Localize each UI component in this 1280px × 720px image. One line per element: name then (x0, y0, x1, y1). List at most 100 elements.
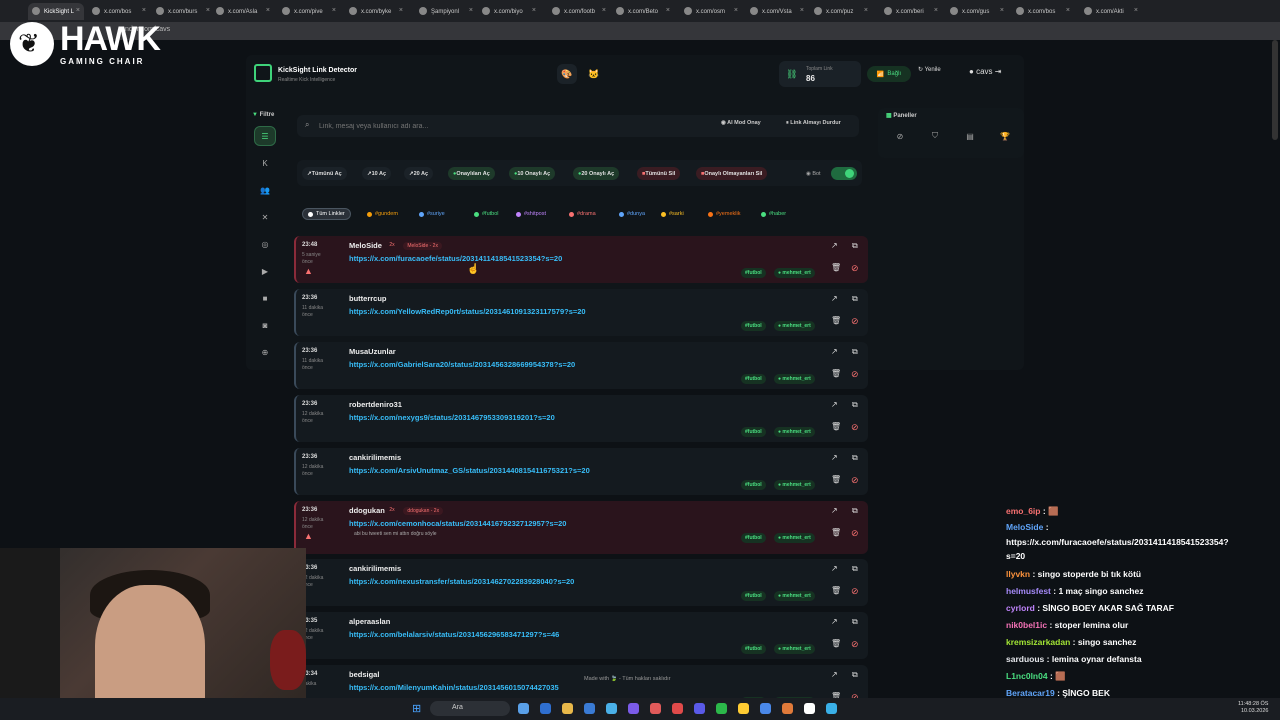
taskbar-app-icon[interactable] (694, 703, 705, 714)
logout-icon[interactable]: ⇥ (993, 67, 1002, 76)
connection-status-button[interactable]: 📶 Bağlı (867, 66, 911, 82)
archive-icon[interactable]: ▤ (958, 128, 982, 144)
close-icon[interactable]: × (734, 7, 738, 14)
close-icon[interactable]: × (469, 7, 473, 14)
card-tag[interactable]: #futbol (741, 374, 766, 384)
trash-icon[interactable]: 🗑 (831, 316, 841, 325)
close-icon[interactable]: × (1000, 7, 1004, 14)
trash-icon[interactable]: 🗑 (831, 422, 841, 431)
sidebar-camera-icon[interactable]: ◙ (254, 315, 276, 335)
card-username[interactable]: ddogukan (349, 506, 385, 515)
trash-icon[interactable]: 🗑 (831, 475, 841, 484)
card-link[interactable]: https://x.com/cemonhoca/status/203144167… (349, 519, 566, 528)
tag-drama[interactable]: #drama (564, 208, 601, 220)
copy-icon[interactable]: ⧉ (852, 347, 858, 357)
card-link[interactable]: https://x.com/furacaoefe/status/20314114… (349, 254, 562, 263)
page-scrollbar[interactable] (1272, 40, 1278, 140)
trash-icon[interactable]: 🗑 (831, 639, 841, 648)
external-link-icon[interactable]: ↗ (831, 564, 838, 573)
external-link-icon[interactable]: ↗ (831, 506, 838, 515)
card-link[interactable]: https://x.com/nexygs9/status/20314679533… (349, 413, 555, 422)
ai-mode-button[interactable]: ◉ AI Mod Onay (721, 120, 761, 126)
refresh-button[interactable]: ↻ Yenile (918, 66, 941, 73)
card-link[interactable]: https://x.com/nexustransfer/status/20314… (349, 577, 574, 586)
open-20-button[interactable]: ↗ 20 Aç (404, 167, 434, 180)
tab-2[interactable]: x.com/burs × (152, 3, 214, 20)
close-icon[interactable]: × (266, 7, 270, 14)
card-link[interactable]: https://x.com/YellowRedRep0rt/status/203… (349, 307, 586, 316)
link-card[interactable]: 23:36 12 dakika önce robertdeniro31 https:/… (294, 395, 868, 442)
ban-icon[interactable]: ⊘ (851, 475, 859, 486)
copy-icon[interactable]: ⧉ (852, 294, 858, 304)
tag-gundem[interactable]: #gundem (362, 208, 403, 220)
tag-haber[interactable]: #haber (756, 208, 791, 220)
close-icon[interactable]: × (602, 7, 606, 14)
trash-icon[interactable]: 🗑 (831, 263, 841, 272)
sidebar-instagram-icon[interactable]: ◎ (254, 234, 276, 254)
delete-unapproved-button[interactable]: ■ Onaylı Olmayanları Sil (696, 167, 768, 180)
tab-0[interactable]: KickSight L × (28, 3, 84, 20)
external-link-icon[interactable]: ↗ (831, 453, 838, 462)
close-icon[interactable]: × (76, 7, 80, 14)
external-link-icon[interactable]: ↗ (831, 617, 838, 626)
close-icon[interactable]: × (142, 7, 146, 14)
taskbar-app-icon[interactable] (562, 703, 573, 714)
close-icon[interactable]: × (666, 7, 670, 14)
card-link[interactable]: https://x.com/belalarsiv/status/20314562… (349, 630, 559, 639)
trash-icon[interactable]: 🗑 (831, 528, 841, 537)
card-tag[interactable]: #futbol (741, 644, 766, 654)
card-username[interactable]: cankirilimemis (349, 564, 401, 573)
ban-icon[interactable]: ⊘ (851, 639, 859, 650)
windows-start-icon[interactable]: ⊞ (412, 702, 421, 715)
delete-all-button[interactable]: ■ Tümünü Sil (637, 167, 681, 180)
link-card[interactable]: 23:36 12 dakika önce ddogukan 2x ddogukan - … (294, 501, 868, 554)
tab-5[interactable]: x.com/byke × (345, 3, 407, 20)
sidebar-users-icon[interactable]: 👥 (254, 180, 276, 200)
copy-icon[interactable]: ⧉ (852, 564, 858, 574)
link-card[interactable]: 23:36 11 dakika önce butterrcup https://x.c… (294, 289, 868, 336)
sidebar-kick-icon[interactable]: K (254, 153, 276, 173)
close-icon[interactable]: × (1066, 7, 1070, 14)
taskbar-app-icon[interactable] (760, 703, 771, 714)
taskbar-app-icon[interactable] (650, 703, 661, 714)
tag-suriye[interactable]: #suriye (414, 208, 450, 220)
taskbar-app-icon[interactable] (804, 703, 815, 714)
card-tag[interactable]: #futbol (741, 268, 766, 278)
tab-14[interactable]: x.com/gus × (946, 3, 1008, 20)
taskbar-app-icon[interactable] (606, 703, 617, 714)
copy-icon[interactable]: ⧉ (852, 241, 858, 251)
tag-shitpost[interactable]: #shitpost (511, 208, 551, 220)
close-icon[interactable]: × (864, 7, 868, 14)
open-10-approved-button[interactable]: ● 10 Onaylı Aç (509, 167, 556, 180)
card-username[interactable]: cankirilimemis (349, 453, 401, 462)
taskbar-search[interactable]: Ara (430, 701, 510, 716)
tab-16[interactable]: x.com/Akti × (1080, 3, 1142, 20)
copy-icon[interactable]: ⧉ (852, 400, 858, 410)
close-icon[interactable]: × (332, 7, 336, 14)
tag-yemeklik[interactable]: #yemeklik (703, 208, 745, 220)
taskbar-app-icon[interactable] (826, 703, 837, 714)
tab-15[interactable]: x.com/bos × (1012, 3, 1074, 20)
theme-icon[interactable]: 🎨 (557, 64, 577, 84)
taskbar-app-icon[interactable] (782, 703, 793, 714)
tab-6[interactable]: Şampiyonl × (415, 3, 477, 20)
tab-9[interactable]: x.com/Beto × (612, 3, 674, 20)
taskbar-app-icon[interactable] (738, 703, 749, 714)
link-card[interactable]: 23:36 12 dakika önce cankirilimemis https:/… (294, 559, 868, 606)
open-approved-button[interactable]: ● Onaylıları Aç (448, 167, 495, 180)
taskbar-app-icon[interactable] (584, 703, 595, 714)
sidebar-x-icon[interactable]: ✕ (254, 207, 276, 227)
tag-dunya[interactable]: #dunya (614, 208, 650, 220)
link-card[interactable]: 23:35 12 dakika önce alperaaslan https://x.… (294, 612, 868, 659)
card-tag[interactable]: #futbol (741, 321, 766, 331)
external-link-icon[interactable]: ↗ (831, 347, 838, 356)
bot-toggle-knob[interactable] (845, 169, 854, 178)
card-username[interactable]: butterrcup (349, 294, 387, 303)
tag-all[interactable]: Tüm Linkler (302, 208, 351, 220)
taskbar-app-icon[interactable] (518, 703, 529, 714)
ban-icon[interactable]: ⊘ (851, 316, 859, 327)
close-icon[interactable]: × (934, 7, 938, 14)
open-all-button[interactable]: ↗ Tümünü Aç (302, 167, 347, 180)
card-tag[interactable]: #futbol (741, 480, 766, 490)
tag-futbol[interactable]: #futbol (469, 208, 504, 220)
